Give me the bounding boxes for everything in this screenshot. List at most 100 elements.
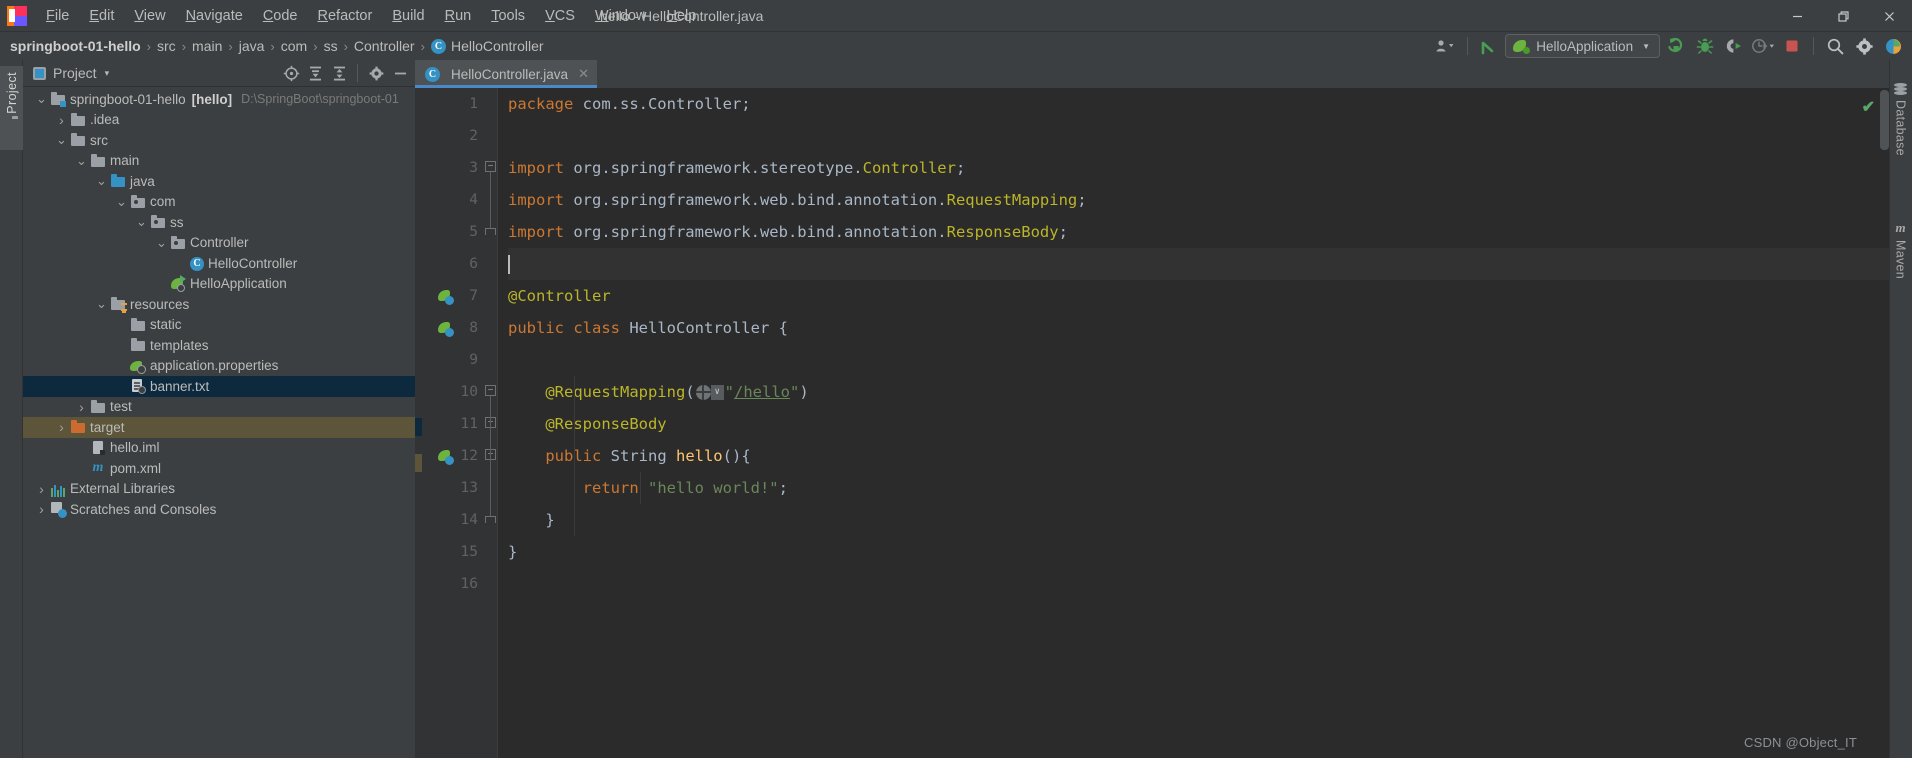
select-opened-file-icon[interactable] [280,62,302,84]
breadcrumb-item-controller[interactable]: Controller [354,38,415,54]
code-line[interactable]: public class HelloController { [508,312,1889,344]
tree-node-src[interactable]: ⌄ src [23,130,415,151]
editor-gutter[interactable]: 1 2 3 4 5 6 7 8 9 10 11 12 13 14 15 16 [415,88,483,758]
spring-mapping-icon[interactable] [437,448,454,465]
menu-item-vcs[interactable]: VCS [535,4,585,28]
run-button[interactable] [1663,34,1689,58]
menu-item-navigate[interactable]: Navigate [176,4,253,28]
tree-node-banner-txt[interactable]: banner.txt [23,376,415,397]
code-line[interactable] [508,248,1889,280]
code-line[interactable]: package com.ss.Controller; [508,88,1889,120]
breadcrumb-item-hellocontroller[interactable]: C HelloController [430,38,544,54]
search-everywhere-icon[interactable] [1822,34,1848,58]
tree-node-external-libraries[interactable]: › External Libraries [23,479,415,500]
chevron-down-icon[interactable]: ⌄ [135,215,148,228]
menu-item-run[interactable]: Run [435,4,482,28]
profiler-button[interactable] [1750,34,1776,58]
panel-settings-icon[interactable] [365,62,387,84]
menu-item-tools[interactable]: Tools [481,4,535,28]
chevron-down-icon[interactable]: ⌄ [35,92,48,105]
expand-all-icon[interactable] [304,62,326,84]
tree-node-templates[interactable]: templates [23,335,415,356]
breadcrumb-item-java[interactable]: java [239,38,265,54]
tree-node-controller[interactable]: ⌄ Controller [23,233,415,254]
chevron-down-icon[interactable]: ⌄ [95,174,108,187]
menu-item-edit[interactable]: Edit [79,4,124,28]
code-line[interactable]: } [508,504,1889,536]
code-line[interactable]: return "hello world!"; [508,472,1889,504]
menu-item-refactor[interactable]: Refactor [308,4,383,28]
code-line[interactable] [508,568,1889,600]
tree-node-com[interactable]: ⌄ com [23,192,415,213]
fold-collapse-icon[interactable]: − [485,385,496,396]
code-line[interactable]: @ResponseBody [508,408,1889,440]
chevron-right-icon[interactable]: › [75,399,88,415]
debug-button[interactable] [1692,34,1718,58]
code-line[interactable]: @Controller [508,280,1889,312]
run-configuration-selector[interactable]: HelloApplication ▼ [1505,34,1660,58]
menu-item-view[interactable]: View [124,4,175,28]
ide-help-icon[interactable] [1880,34,1906,58]
tree-node-helloapplication[interactable]: HelloApplication [23,274,415,295]
close-icon[interactable]: ✕ [578,66,589,82]
chevron-down-icon[interactable]: ⌄ [115,195,128,208]
tree-node-scratches-and-consoles[interactable]: › Scratches and Consoles [23,499,415,520]
code-line[interactable]: @RequestMapping(∨ "/hello ") [508,376,1889,408]
menu-item-build[interactable]: Build [382,4,434,28]
chevron-down-icon[interactable]: ⌄ [155,236,168,249]
collapse-all-icon[interactable] [328,62,350,84]
minimize-button[interactable] [1774,0,1820,32]
tree-node-main[interactable]: ⌄ main [23,151,415,172]
chevron-down-icon[interactable]: ⌄ [55,133,68,146]
menu-item-code[interactable]: Code [253,4,308,28]
code-lines[interactable]: package com.ss.Controller; import org.spr… [498,88,1889,758]
user-account-icon[interactable] [1433,34,1459,58]
chevron-right-icon[interactable]: › [35,501,48,517]
breadcrumb-item-com[interactable]: com [281,38,307,54]
code-line[interactable]: import org.springframework.web.bind.anno… [508,184,1889,216]
chevron-right-icon[interactable]: › [55,419,68,435]
tree-node-springboot-01-hello[interactable]: ⌄ springboot-01-hello [hello] D:\SpringBoot… [23,89,415,110]
maximize-button[interactable] [1820,0,1866,32]
settings-gear-icon[interactable] [1851,34,1877,58]
stop-button[interactable] [1779,34,1805,58]
spring-bean-gutter-icon[interactable] [437,320,454,337]
tree-node-ss[interactable]: ⌄ ss [23,212,415,233]
spring-bean-icon[interactable] [437,288,454,305]
code-line[interactable] [508,344,1889,376]
breadcrumb-item-src[interactable]: src [157,38,176,54]
sidebar-item-database[interactable]: Database [1889,78,1912,161]
code-line[interactable]: import org.springframework.web.bind.anno… [508,216,1889,248]
chevron-down-icon[interactable]: ⌄ [95,297,108,310]
tree-node-pom-xml[interactable]: m pom.xml [23,458,415,479]
tree-node--idea[interactable]: › .idea [23,110,415,131]
breadcrumb-item-springboot-01-hello[interactable]: springboot-01-hello [10,38,141,54]
fold-collapse-icon[interactable]: − [485,161,496,172]
code-line[interactable] [508,120,1889,152]
code-line[interactable]: } [508,536,1889,568]
tree-node-static[interactable]: static [23,315,415,336]
fold-gutter[interactable]: −−−− [483,88,498,758]
breadcrumb-item-main[interactable]: main [192,38,222,54]
run-with-coverage-button[interactable] [1721,34,1747,58]
inspection-status-icon[interactable]: ✔ [1862,97,1875,117]
tree-node-test[interactable]: › test [23,397,415,418]
tree-node-java[interactable]: ⌄ java [23,171,415,192]
editor-scrollbar-thumb[interactable] [1880,90,1889,150]
tree-node-target[interactable]: › target [23,417,415,438]
code-line[interactable]: import org.springframework.stereotype. Co… [508,152,1889,184]
tree-node-application-properties[interactable]: application.properties [23,356,415,377]
chevron-down-icon[interactable]: ⌄ [75,154,88,167]
update-project-icon[interactable] [1476,34,1502,58]
chevron-right-icon[interactable]: › [55,112,68,128]
fold-region-end-icon[interactable] [485,516,496,523]
breadcrumb-item-ss[interactable]: ss [324,38,338,54]
project-tree[interactable]: ⌄ springboot-01-hello [hello] D:\SpringBoot… [23,87,415,758]
code-line[interactable]: public String hello(){ [508,440,1889,472]
chevron-down-icon[interactable]: ▾ [105,68,110,79]
tab-hellocontroller-java[interactable]: C HelloController.java ✕ [415,60,597,88]
hide-panel-icon[interactable] [389,62,411,84]
tree-node-hello-iml[interactable]: hello.iml [23,438,415,459]
menu-item-file[interactable]: File [36,4,79,28]
tree-node-hellocontroller[interactable]: C HelloController [23,253,415,274]
